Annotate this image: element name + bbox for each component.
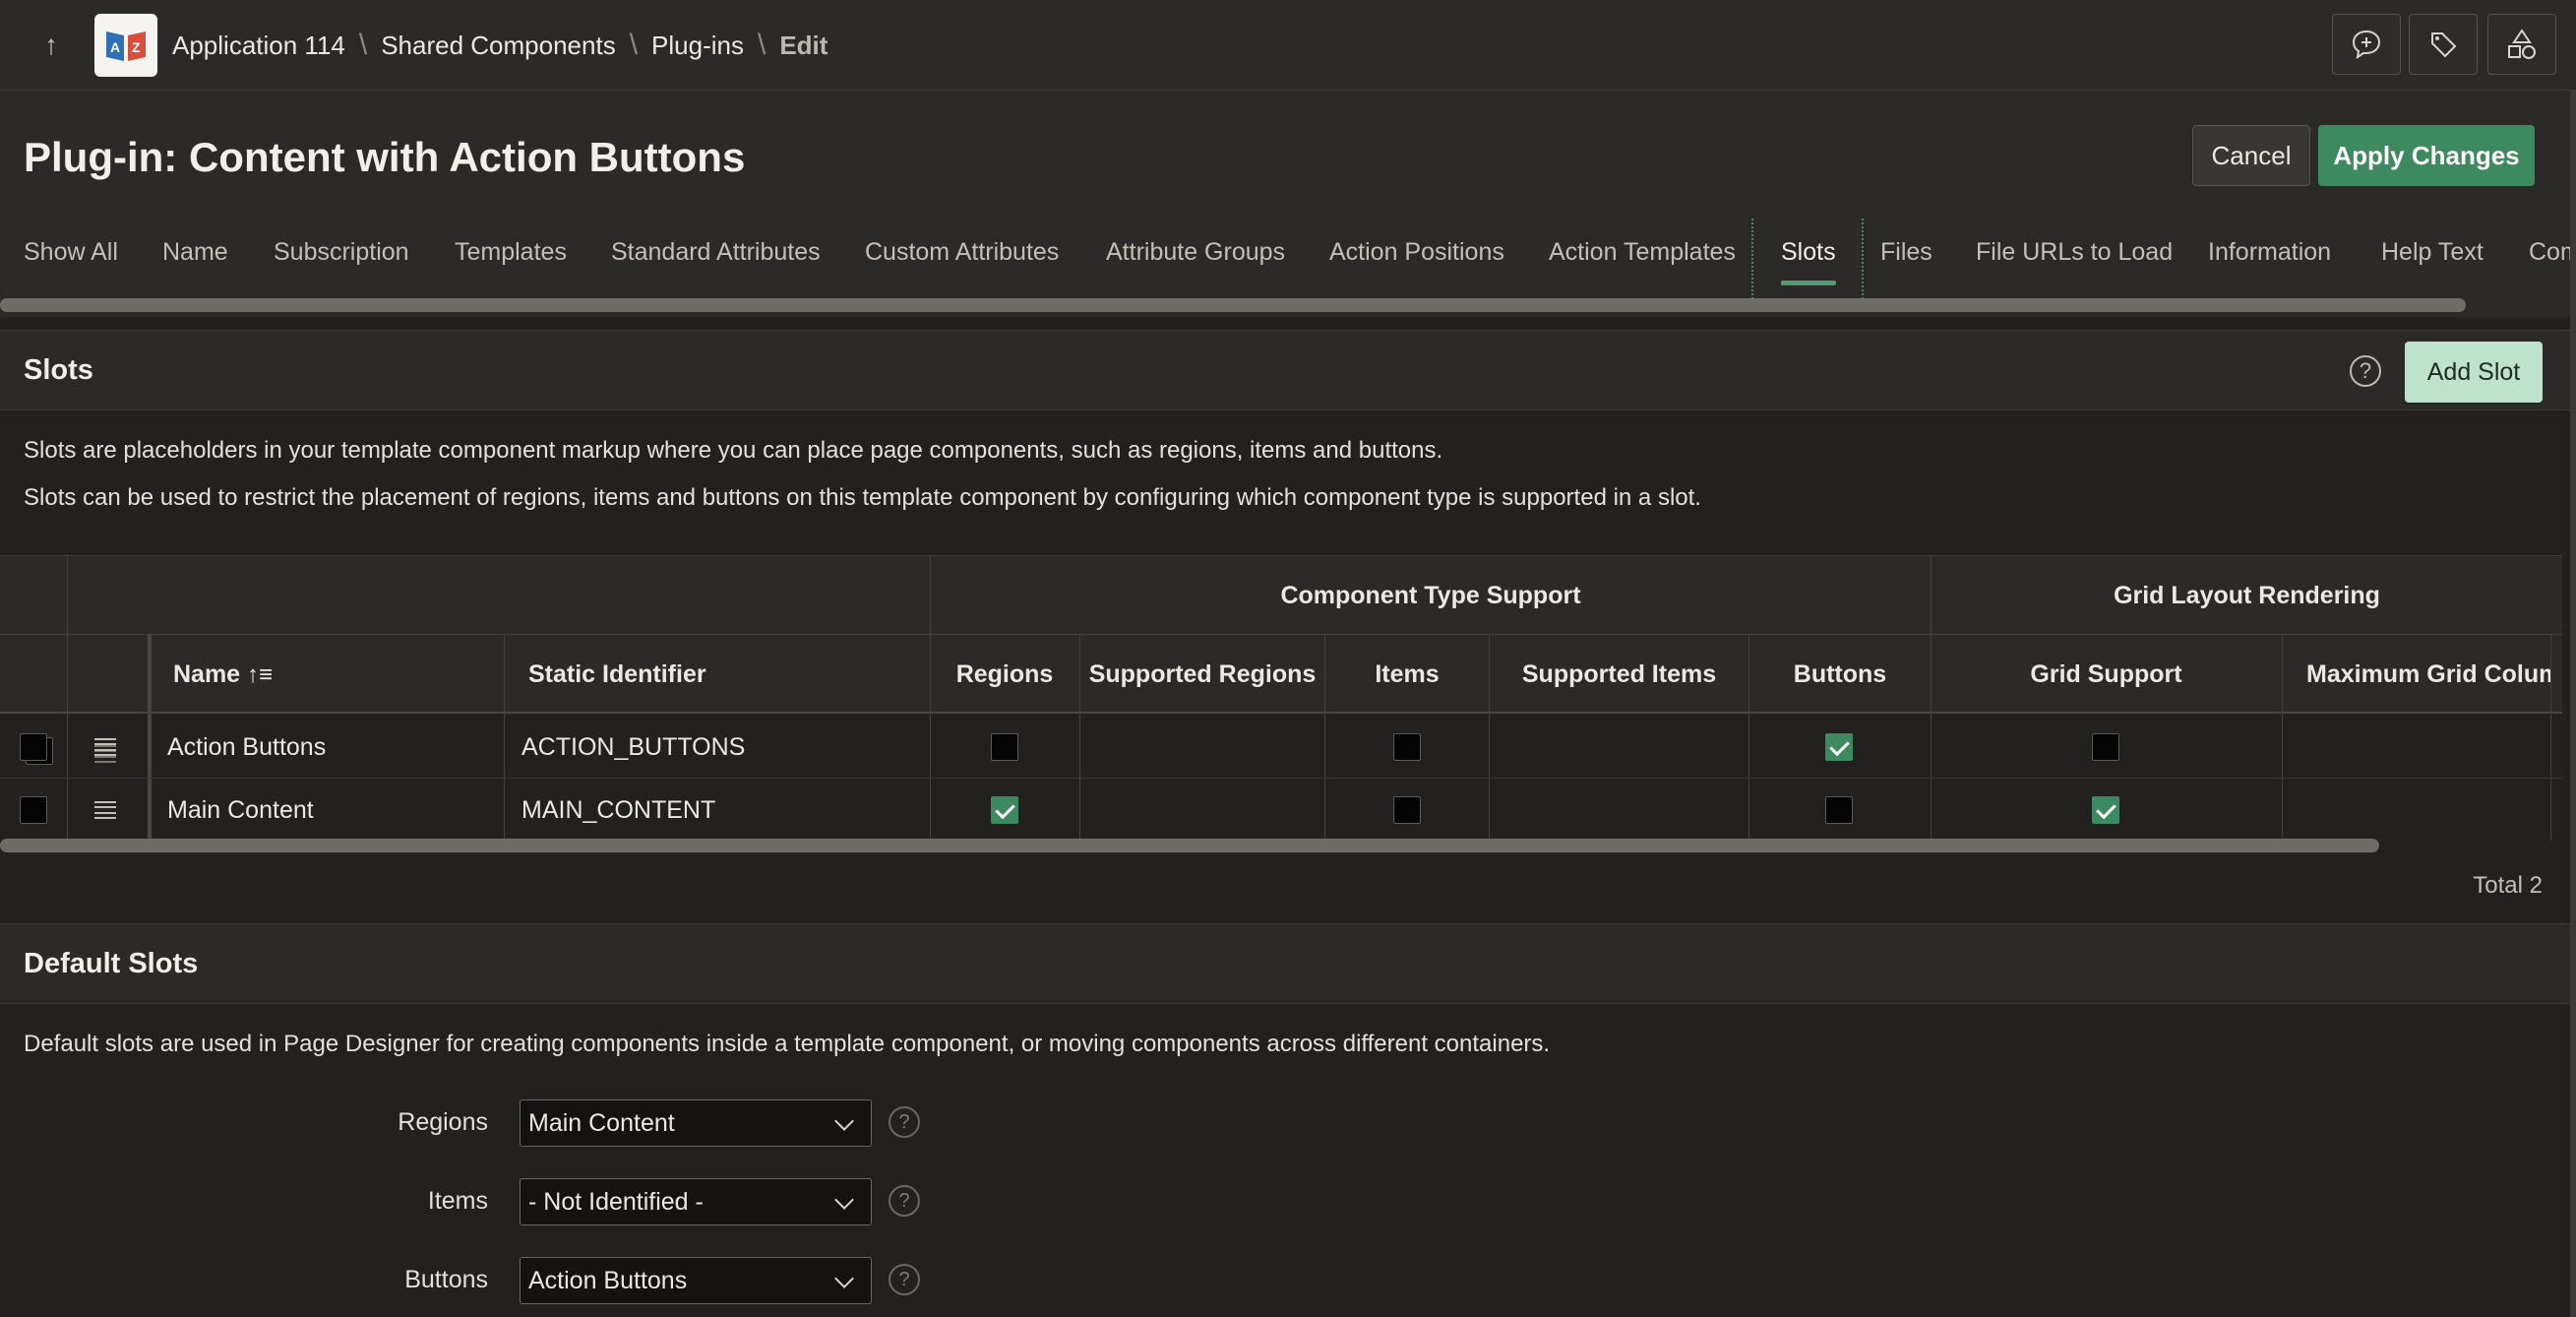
breadcrumb-separator: \ [757, 29, 767, 61]
tab-help-text[interactable]: Help Text [2381, 219, 2484, 289]
page-title: Plug-in: Content with Action Buttons [24, 134, 746, 180]
tab-bar: Show All Name Subscription Templates Sta… [0, 219, 2576, 297]
cell-static-identifier[interactable]: MAIN_CONTENT [521, 779, 915, 841]
drag-handle-icon[interactable] [94, 801, 116, 819]
column-header-static-identifier[interactable]: Static Identifier [528, 635, 922, 714]
cell-name[interactable]: Action Buttons [167, 716, 492, 779]
top-bar: ↑ A Z Application 114 \ Shared Component… [0, 0, 2576, 91]
items-checkbox[interactable] [1393, 733, 1421, 761]
tab-standard-attributes[interactable]: Standard Attributes [611, 219, 821, 289]
tab-attribute-groups[interactable]: Attribute Groups [1106, 219, 1285, 289]
tab-file-urls[interactable]: File URLs to Load [1976, 219, 2173, 289]
items-checkbox[interactable] [1393, 796, 1421, 824]
tab-action-positions[interactable]: Action Positions [1329, 219, 1504, 289]
tab-show-all[interactable]: Show All [24, 219, 118, 289]
breadcrumb-app[interactable]: Application 114 [172, 31, 345, 61]
page-scrollbar[interactable] [2570, 91, 2576, 1317]
column-header-supported-items[interactable]: Supported Items [1490, 635, 1748, 714]
tag-icon[interactable] [2409, 14, 2478, 75]
row-select-checkbox[interactable] [20, 796, 47, 824]
breadcrumb-shared-components[interactable]: Shared Components [381, 31, 615, 61]
svg-text:A: A [110, 39, 120, 55]
buttons-select[interactable]: Action Buttons [520, 1257, 872, 1304]
group-header-component-type: Component Type Support [1280, 582, 1581, 609]
slots-region-header: Slots ? Add Slot [0, 330, 2576, 410]
help-icon[interactable]: ? [889, 1264, 920, 1295]
breadcrumb-separator: \ [629, 29, 639, 61]
buttons-checkbox[interactable] [1825, 796, 1853, 824]
sort-ascending-icon[interactable]: ↑≡ [247, 661, 273, 688]
cell-name[interactable]: Main Content [167, 779, 492, 841]
add-slot-button[interactable]: Add Slot [2405, 342, 2543, 403]
items-label: Items [427, 1187, 488, 1215]
tab-action-templates[interactable]: Action Templates [1549, 219, 1736, 289]
column-header-regions[interactable]: Regions [931, 635, 1078, 714]
cell-static-identifier[interactable]: ACTION_BUTTONS [521, 716, 915, 779]
tab-templates[interactable]: Templates [455, 219, 567, 289]
breadcrumb-plugins[interactable]: Plug-ins [651, 31, 744, 61]
chat-add-icon[interactable] [2332, 14, 2401, 75]
table-row[interactable]: Main Content MAIN_CONTENT [0, 779, 2562, 841]
column-header-max-grid-columns[interactable]: Maximum Grid Colum [2283, 635, 2550, 714]
shapes-icon[interactable] [2487, 14, 2556, 75]
table-row[interactable]: Action Buttons ACTION_BUTTONS [0, 716, 2562, 779]
default-slots-title: Default Slots [24, 948, 199, 979]
tab-name[interactable]: Name [162, 219, 228, 289]
tabs-scrollbar[interactable] [0, 298, 2466, 312]
drag-handle-icon[interactable] [94, 738, 116, 756]
default-slots-header: Default Slots [0, 923, 2576, 1004]
grid-scrollbar[interactable] [0, 839, 2379, 852]
items-select-value: - Not Identified - [528, 1188, 704, 1216]
grid-group-header-row: Component Type Support Grid Layout Rende… [0, 556, 2562, 635]
group-header-grid-layout: Grid Layout Rendering [2114, 582, 2380, 609]
tab-information[interactable]: Information [2208, 219, 2331, 289]
column-header-name[interactable]: Name ↑≡ [173, 635, 488, 714]
breadcrumb: Application 114 \ Shared Components \ Pl… [172, 28, 828, 63]
arrow-up-icon[interactable]: ↑ [31, 26, 71, 65]
help-icon[interactable]: ? [889, 1185, 920, 1217]
chevron-down-icon [834, 1111, 854, 1131]
svg-text:Z: Z [132, 39, 141, 55]
tab-custom-attributes[interactable]: Custom Attributes [865, 219, 1059, 289]
column-name-label: Name [173, 660, 241, 688]
regions-checkbox[interactable] [991, 733, 1018, 761]
chevron-down-icon [834, 1190, 854, 1210]
regions-checkbox[interactable] [991, 796, 1018, 824]
app-logo-icon[interactable]: A Z [94, 14, 157, 77]
grid-support-checkbox[interactable] [2092, 796, 2119, 824]
regions-label: Regions [398, 1108, 488, 1136]
buttons-select-value: Action Buttons [528, 1267, 688, 1294]
regions-select-value: Main Content [528, 1109, 675, 1137]
regions-select[interactable]: Main Content [520, 1099, 872, 1147]
slots-grid: Component Type Support Grid Layout Rende… [0, 555, 2562, 841]
row-select-checkbox[interactable] [20, 733, 47, 761]
help-icon[interactable]: ? [889, 1106, 920, 1138]
buttons-label: Buttons [404, 1266, 488, 1293]
slots-description-1: Slots are placeholders in your template … [24, 437, 1443, 464]
tab-files[interactable]: Files [1880, 219, 1932, 289]
items-select[interactable]: - Not Identified - [520, 1178, 872, 1225]
column-header-grid-support[interactable]: Grid Support [1932, 635, 2281, 714]
tab-slots[interactable]: Slots [1781, 219, 1836, 289]
grid-total-count: Total 2 [2473, 872, 2543, 899]
buttons-checkbox[interactable] [1825, 733, 1853, 761]
breadcrumb-separator: \ [358, 29, 368, 61]
tab-focus-right [1862, 219, 1864, 299]
column-header-items[interactable]: Items [1325, 635, 1489, 714]
help-icon[interactable]: ? [2350, 355, 2381, 387]
slots-description-2: Slots can be used to restrict the placem… [24, 484, 1701, 511]
tab-focus-left [1751, 219, 1753, 299]
grid-column-header-row: Name ↑≡ Static Identifier Regions Suppor… [0, 635, 2562, 765]
tab-subscription[interactable]: Subscription [274, 219, 409, 289]
default-slots-description: Default slots are used in Page Designer … [24, 1031, 1551, 1057]
apply-changes-button[interactable]: Apply Changes [2318, 125, 2535, 186]
cancel-button[interactable]: Cancel [2192, 125, 2310, 186]
column-header-buttons[interactable]: Buttons [1749, 635, 1931, 714]
breadcrumb-current: Edit [779, 30, 828, 60]
slots-title: Slots [24, 354, 93, 386]
tab-comments[interactable]: Com [2529, 219, 2576, 289]
column-header-supported-regions[interactable]: Supported Regions [1080, 635, 1324, 714]
grid-support-checkbox[interactable] [2092, 733, 2119, 761]
chevron-down-icon [834, 1269, 854, 1288]
